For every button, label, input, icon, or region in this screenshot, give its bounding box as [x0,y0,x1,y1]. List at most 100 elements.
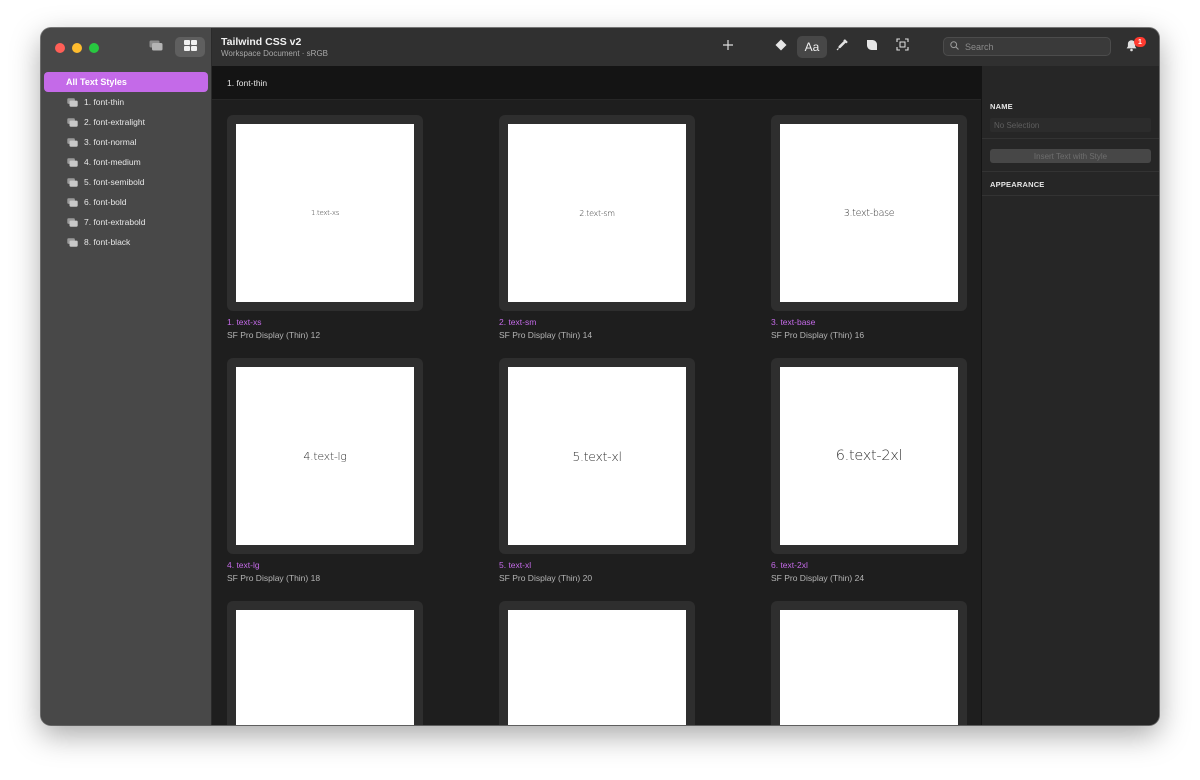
text-style-card[interactable]: 2.text-sm 2. text-sm SF Pro Display (Thin)… [499,115,695,340]
text-style-card[interactable]: 4.text-lg 4. text-lg SF Pro Display (Thin)… [227,358,423,583]
breadcrumb: 1. font-thin [212,66,981,100]
text-style-name: 4. text-lg [227,560,260,570]
app-window: All Text Styles 1. font-thin 2. font-extr… [41,28,1159,725]
text-style-card[interactable]: 1.text-xs 1. text-xs SF Pro Display (Thin)… [227,115,423,340]
search-icon [950,41,959,52]
sidebar-item[interactable]: 6. font-bold [41,192,211,212]
sidebar-item[interactable]: 4. font-medium [41,152,211,172]
style-name-field: No Selection [990,118,1151,132]
text-style-preview-frame: 9.text-5xl [771,601,967,725]
text-style-preview-frame: 1.text-xs [227,115,423,311]
sidebar: All Text Styles 1. font-thin 2. font-extr… [41,28,212,725]
text-style-card[interactable]: 7.text-3xl [227,601,423,725]
sidebar-item-label: 2. font-extralight [84,117,145,127]
list-view-button[interactable] [141,37,171,57]
minimize-window-button[interactable] [72,43,82,53]
text-style-preview-frame: 2.text-sm [499,115,695,311]
preview-text: 1.text-xs [310,209,340,217]
plus-icon [722,38,734,56]
folder-stack-icon [67,197,78,207]
document-subtitle: Workspace Document · sRGB [221,49,328,58]
layer-styles-button[interactable] [859,36,885,58]
text-style-icon: Aa [804,40,820,54]
document-title: Tailwind CSS v2 [221,36,302,48]
text-style-card[interactable]: 3.text-base 3. text-base SF Pro Display (T… [771,115,967,340]
text-style-font-info: SF Pro Display (Thin) 14 [499,330,593,340]
text-style-preview: 8.text-4xl [508,610,686,725]
add-button[interactable] [715,36,741,58]
text-style-preview: 7.text-3xl [236,610,414,725]
text-style-preview: 1.text-xs [236,124,414,302]
text-style-font-info: SF Pro Display (Thin) 24 [771,573,865,583]
sidebar-item[interactable]: 3. font-normal [41,132,211,152]
sidebar-item-label: 7. font-extrabold [84,217,146,227]
text-style-preview-frame: 3.text-base [771,115,967,311]
divider [982,195,1159,196]
text-style-name: 6. text-2xl [771,560,808,570]
folder-stack-icon [149,38,163,56]
sidebar-item[interactable]: 5. font-semibold [41,172,211,192]
text-style-preview: 2.text-sm [508,124,686,302]
shape-icon [866,38,878,56]
transform-button[interactable] [889,36,915,58]
folder-stack-icon [67,177,78,187]
sidebar-item-label: 1. font-thin [84,97,125,107]
sidebar-item[interactable]: 7. font-extrabold [41,212,211,232]
divider [982,138,1159,139]
text-style-preview-frame: 4.text-lg [227,358,423,554]
breadcrumb-label: 1. font-thin [227,77,268,88]
text-style-preview-frame: 7.text-3xl [227,601,423,725]
divider [982,171,1159,172]
folder-stack-icon [67,137,78,147]
preview-text: 3.text-base [843,207,895,219]
text-style-card[interactable]: 5.text-xl 5. text-xl SF Pro Display (Thin)… [499,358,695,583]
text-style-preview: 5.text-xl [508,367,686,545]
diamond-icon [775,38,787,56]
maximize-window-button[interactable] [89,43,99,53]
search-field[interactable] [943,37,1111,56]
sidebar-item-label: 6. font-bold [84,197,127,207]
text-style-card[interactable]: 6.text-2xl 6. text-2xl SF Pro Display (Thi… [771,358,967,583]
sidebar-item-label: All Text Styles [66,77,127,87]
eyedropper-icon [836,38,849,56]
text-style-name: 3. text-base [771,317,816,327]
text-style-font-info: SF Pro Display (Thin) 12 [227,330,321,340]
sidebar-item-all-text-styles[interactable]: All Text Styles [44,72,208,92]
text-style-preview-frame: 5.text-xl [499,358,695,554]
sidebar-item[interactable]: 8. font-black [41,232,211,252]
close-window-button[interactable] [55,43,65,53]
text-style-card[interactable]: 9.text-5xl [771,601,967,725]
text-style-card[interactable]: 8.text-4xl [499,601,695,725]
text-style-preview: 4.text-lg [236,367,414,545]
view-mode-toggle [141,37,205,57]
preview-text: 5.text-xl [572,448,622,464]
folder-stack-icon [67,157,78,167]
text-style-name: 5. text-xl [499,560,532,570]
text-styles-button[interactable]: Aa [797,36,827,58]
components-button[interactable] [768,36,794,58]
name-section-label: NAME [990,102,1013,111]
folder-stack-icon [67,97,78,107]
search-input[interactable] [963,40,1107,53]
transform-icon [895,38,909,56]
sidebar-item-label: 5. font-semibold [84,177,145,187]
sidebar-item[interactable]: 2. font-extralight [41,112,211,132]
grid-view-button[interactable] [175,37,205,57]
window-controls [55,43,99,53]
insert-text-with-style-button[interactable]: Insert Text with Style [990,149,1151,163]
notification-badge: 1 [1134,37,1146,47]
text-style-name: 1. text-xs [227,317,262,327]
text-style-preview: 6.text-2xl [780,367,958,545]
preview-text: 2.text-sm [579,208,615,218]
sidebar-item-label: 4. font-medium [84,157,141,167]
color-picker-button[interactable] [829,36,855,58]
text-style-font-info: SF Pro Display (Thin) 16 [771,330,865,340]
text-style-groups: All Text Styles 1. font-thin 2. font-extr… [41,72,211,252]
preview-text: 6.text-2xl [835,448,903,464]
sidebar-item[interactable]: 1. font-thin [41,92,211,112]
text-style-preview: 9.text-5xl [780,610,958,725]
grid-icon [183,38,197,56]
inspector-panel: NAME No Selection Insert Text with Style… [981,66,1159,725]
text-style-font-info: SF Pro Display (Thin) 20 [499,573,593,583]
text-style-preview-frame: 8.text-4xl [499,601,695,725]
